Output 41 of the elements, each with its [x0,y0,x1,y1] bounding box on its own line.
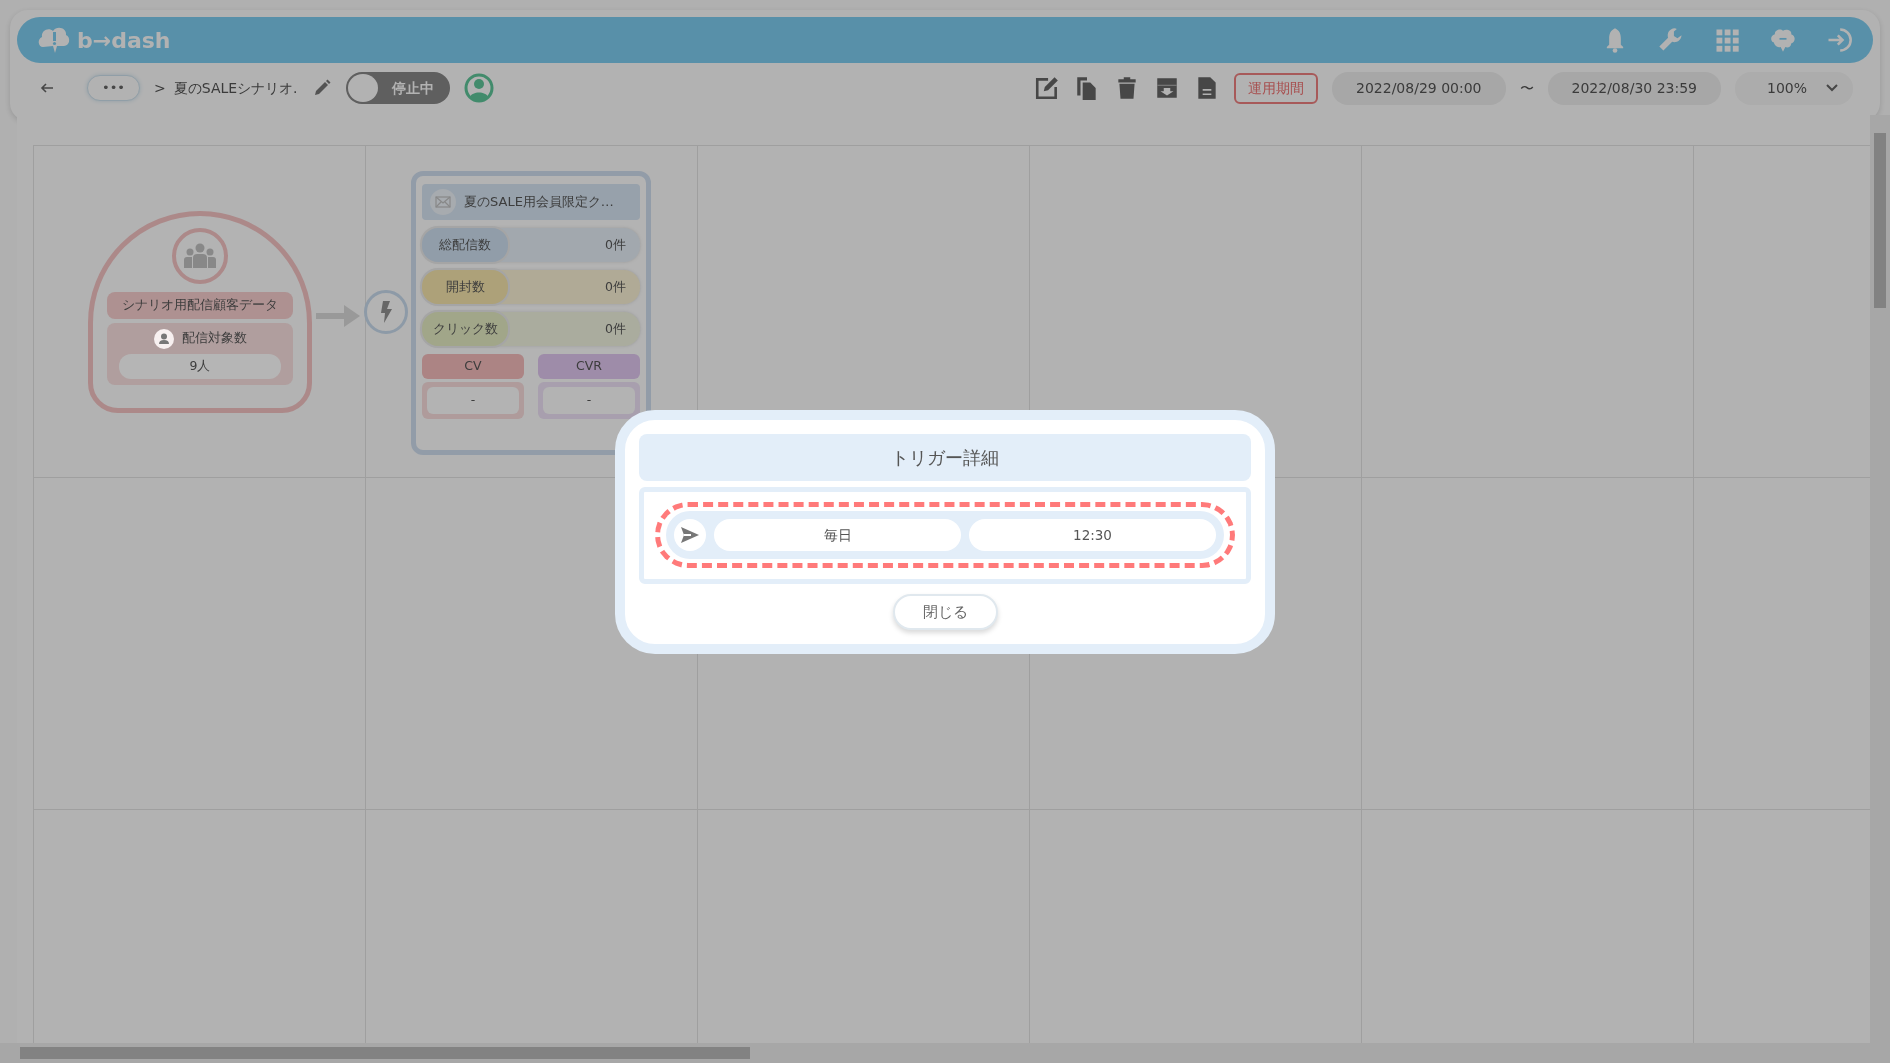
range-tilde: 〜 [1519,78,1534,98]
breadcrumb-separator: > [154,78,166,98]
time-field: 12:30 [969,519,1216,552]
metric-value: - [543,386,635,414]
stat-label: クリック数 [422,312,508,346]
horizontal-scrollbar[interactable] [0,1043,1890,1063]
metric-label: CVR [538,354,640,379]
target-count: 9人 [119,353,281,379]
scenario-name: 夏のSALEシナリオ. [173,78,298,98]
metric-value: - [427,386,519,414]
envelope-icon [435,196,451,208]
segment-node[interactable]: シナリオ用配信顧客データ 配信対象数 9人 [88,211,312,413]
trigger-node[interactable] [364,290,408,334]
edit-icon[interactable] [1034,75,1060,101]
user-circle-icon[interactable] [463,73,494,103]
stat-label: 総配信数 [422,228,508,262]
target-count-label: 配信対象数 [181,329,247,348]
period-button[interactable]: 運用期間 [1234,72,1318,104]
more-button[interactable]: ••• [87,75,140,101]
stat-value: 0件 [605,319,626,338]
lightning-icon [379,301,393,323]
status-toggle[interactable]: 停止中 [345,72,450,104]
segment-title: シナリオ用配信顧客データ [107,292,293,319]
stat-value: 0件 [605,235,626,254]
close-button[interactable]: 閉じる [892,593,998,630]
people-icon [184,243,216,269]
chevron-down-icon [1825,83,1839,93]
frequency-field: 毎日 [714,519,961,552]
metric-label: CV [422,354,524,379]
vertical-scrollbar[interactable] [1870,115,1890,1043]
stat-label: 開封数 [422,270,508,304]
start-date-field[interactable]: 2022/08/29 00:00 [1332,71,1506,105]
stat-value: 0件 [605,277,626,296]
archive-icon[interactable] [1154,75,1180,101]
mail-title: 夏のSALE用会員限定ク… [464,193,614,212]
mail-node[interactable]: 夏のSALE用会員限定ク… 総配信数 0件 開封数 0件 クリック数 0件 CV - CVR - [411,171,651,455]
dialog-title: トリガー詳細 [639,434,1251,481]
person-icon [153,328,174,349]
zoom-select[interactable]: 100% [1735,71,1853,105]
end-date-field[interactable]: 2022/08/30 23:59 [1547,71,1721,105]
send-icon [680,526,700,545]
